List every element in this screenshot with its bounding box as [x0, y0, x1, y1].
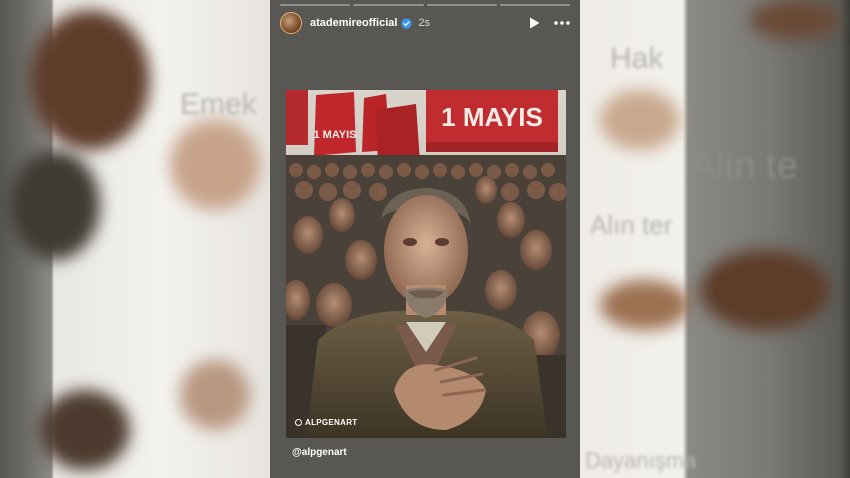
watermark: ALPGENART [295, 418, 357, 427]
story-progress-bar [280, 4, 570, 6]
more-options-icon [554, 21, 570, 25]
banner-text: 1 MAYIS [441, 102, 543, 132]
play-icon [530, 17, 540, 29]
avatar[interactable] [280, 12, 302, 34]
blurred-background-left: Emek [0, 0, 270, 478]
blurred-hand-shape [170, 120, 260, 210]
blurred-hand-shape [600, 90, 680, 150]
ghost-text: Hak [610, 42, 664, 75]
ghost-text: Emek [180, 88, 257, 121]
progress-segment [353, 4, 424, 6]
watermark-text: ALPGENART [305, 418, 358, 427]
ghost-text: Alın te [690, 145, 798, 187]
ghost-text: Alın ter [590, 210, 673, 240]
play-button[interactable] [529, 17, 540, 29]
ghost-text: Dayanışma [585, 448, 697, 473]
more-options-button[interactable] [554, 21, 570, 25]
blurred-hand-shape [180, 360, 250, 430]
progress-segment [499, 4, 570, 6]
progress-segment [280, 4, 351, 6]
story-header: atademireofficial 2s [280, 12, 570, 34]
verified-badge-icon [401, 17, 413, 29]
mention-sticker[interactable]: @alpgenart [292, 447, 347, 458]
small-banner-text: 1 MAYIS [313, 129, 356, 141]
story-photo: 1 MAYIS 1 MAYIS [286, 90, 566, 438]
story-image[interactable]: 1 MAYIS 1 MAYIS ALPGENART [286, 90, 566, 438]
progress-segment [426, 4, 497, 6]
watermark-logo-icon [295, 419, 302, 426]
story-timestamp: 2s [418, 17, 431, 29]
story-username[interactable]: atademireofficial [310, 17, 397, 29]
blurred-shape [10, 150, 100, 260]
blurred-shape [750, 0, 840, 40]
blurred-shape [700, 250, 830, 330]
blurred-background-right: Hak Alın te Alın ter Dayanışma [580, 0, 850, 478]
blurred-shape [600, 280, 690, 330]
blurred-hand-shape [30, 10, 150, 150]
story-viewer: atademireofficial 2s 1 MAYIS 1 MAYIS ALP… [270, 0, 580, 478]
blurred-shape [40, 390, 130, 470]
